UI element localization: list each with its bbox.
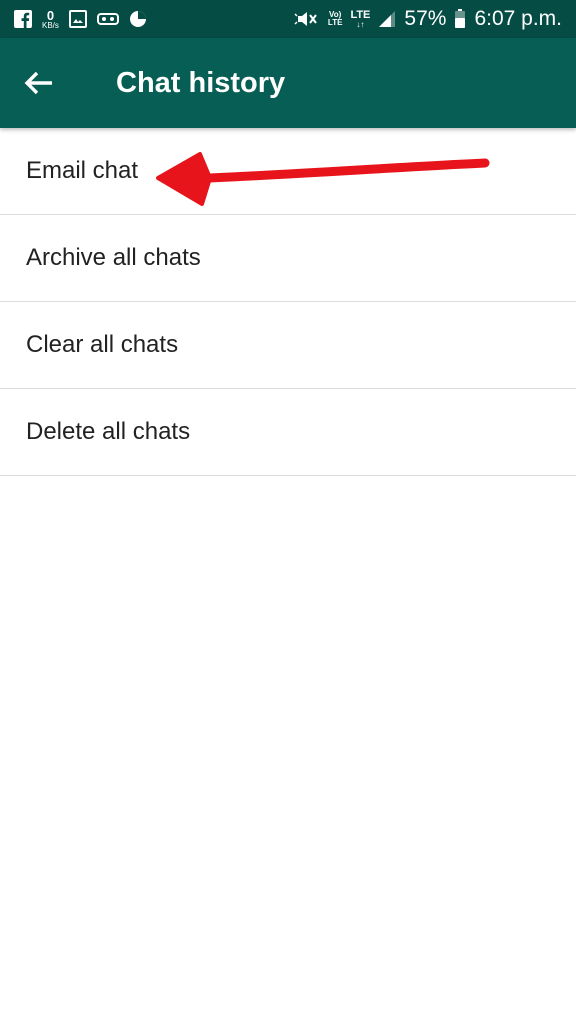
lte-indicator: LTE ↓↑ [350,8,371,29]
volte-indicator: Vo) LTE [328,11,343,27]
clock: 6:07 p.m. [474,7,562,30]
back-button[interactable] [22,66,56,100]
data-rate-unit: KB/s [42,20,59,30]
app-bar: Chat history [0,38,576,128]
red-arrow-annotation [156,152,490,206]
arrow-left-icon [24,71,52,95]
pie-icon [129,10,147,28]
battery-percent: 57% [404,7,447,30]
data-rate-value: 0 [46,7,55,23]
lte-label: LTE [350,8,371,21]
facebook-icon [14,10,32,28]
menu-item-archive-all-chats[interactable]: Archive all chats [0,215,576,302]
signal-icon [378,10,396,28]
data-rate: 0 KB/s [42,9,59,30]
menu-item-clear-all-chats[interactable]: Clear all chats [0,302,576,389]
menu-item-delete-all-chats[interactable]: Delete all chats [0,389,576,476]
page-title: Chat history [116,67,286,99]
battery-icon [454,9,466,29]
status-bar: 0 KB/s Vo) LTE LTE ↓↑ 57% 6:07 p.m. [0,0,576,38]
mute-icon [294,10,320,28]
lte-sub-label: ↓↑ [356,19,365,29]
gallery-icon [68,10,87,28]
status-bar-left: 0 KB/s [14,9,147,30]
status-bar-right: Vo) LTE LTE ↓↑ 57% 6:07 p.m. [294,7,562,31]
vr-icon [96,11,119,27]
volte-sub-label: LTE [327,18,343,27]
